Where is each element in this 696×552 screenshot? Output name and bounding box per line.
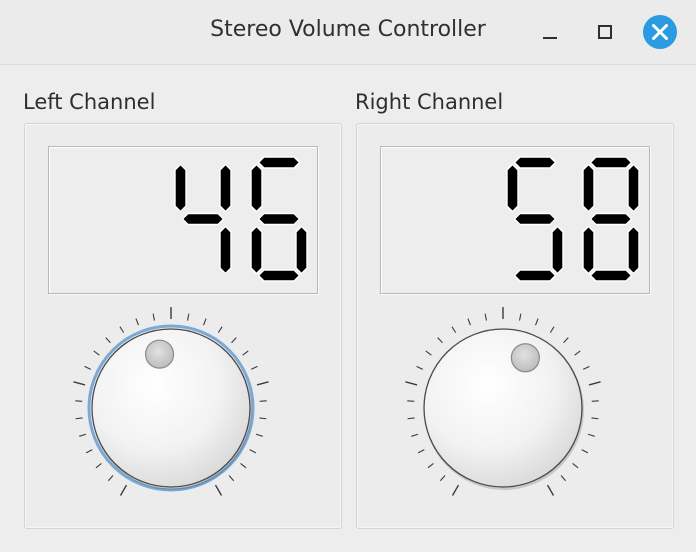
dial-tick [214, 484, 223, 496]
maximize-icon [598, 25, 612, 39]
dial-indicator-dot [144, 339, 175, 369]
dial-tick [549, 326, 555, 333]
right-lcd-digits [506, 156, 640, 282]
title-bar: Stereo Volume Controller [0, 0, 696, 65]
dial-tick [79, 433, 87, 437]
dial-tick [591, 400, 599, 402]
lcd-digit [582, 156, 640, 282]
dial-tick [152, 313, 155, 321]
dial-tick [259, 400, 267, 402]
dial-tick [582, 365, 590, 370]
dial-tick [228, 475, 235, 482]
dial-tick [535, 318, 539, 326]
minimize-button[interactable] [531, 14, 567, 50]
right-volume-dial[interactable] [357, 304, 673, 524]
lcd-digit [250, 156, 308, 282]
dial-tick [519, 313, 522, 321]
dial-tick [405, 381, 418, 386]
left-volume-dial[interactable] [25, 304, 341, 524]
left-channel-label: Left Channel [23, 90, 156, 114]
dial-tick [467, 318, 471, 326]
dial-tick [588, 381, 601, 386]
dial-tick [574, 350, 581, 356]
dial-tick [451, 484, 460, 496]
dial-tick [84, 365, 92, 370]
dial-tick [93, 350, 100, 356]
dial-tick [417, 449, 425, 454]
dial-tick [217, 326, 223, 333]
lcd-digit [174, 163, 232, 275]
dial-tick [416, 365, 424, 370]
dial-tick [255, 433, 263, 437]
right-channel-panel: 58 [356, 123, 674, 529]
dial-tick [119, 326, 125, 333]
dial-tick [437, 337, 443, 344]
dial-tick [95, 463, 102, 469]
close-icon [643, 15, 677, 49]
dial-tick [242, 350, 249, 356]
dial-tick [75, 417, 83, 420]
dial-tick [451, 326, 457, 333]
dial-tick [75, 400, 83, 402]
dial-tick [240, 463, 247, 469]
left-lcd-display: 46 [48, 146, 318, 294]
dial-tick [546, 484, 555, 496]
dial-tick [427, 463, 434, 469]
dial-tick [411, 433, 419, 437]
dial-tick [581, 449, 589, 454]
dial-tick [563, 337, 569, 344]
dial-tick [407, 417, 415, 420]
dial-tick [484, 313, 487, 321]
dial-tick [407, 400, 415, 402]
left-lcd-digits [174, 156, 308, 282]
dial-tick [259, 417, 267, 420]
lcd-digit [506, 156, 564, 282]
dial-tick [256, 381, 269, 386]
dial-tick [572, 463, 579, 469]
dial-indicator-dot [510, 343, 540, 373]
dial-tick [85, 449, 93, 454]
dial-tick [107, 475, 114, 482]
dial-tick [560, 475, 567, 482]
dial-tick [249, 449, 257, 454]
dial-tick [187, 313, 190, 321]
dial-tick [203, 318, 207, 326]
dial-tick [250, 365, 258, 370]
left-channel-panel: 46 [24, 123, 342, 529]
dial-tick [73, 381, 86, 386]
dial-tick [105, 337, 111, 344]
dial-tick [119, 484, 128, 496]
dial-tick [135, 318, 139, 326]
dial-tick [439, 475, 446, 482]
right-lcd-display: 58 [380, 146, 650, 294]
maximize-button[interactable] [588, 14, 624, 50]
dial-tick [587, 433, 595, 437]
dial-tick [231, 337, 237, 344]
close-button[interactable] [642, 14, 678, 50]
dial-tick [591, 417, 599, 420]
dial-knob[interactable] [423, 328, 583, 488]
right-channel-label: Right Channel [355, 90, 504, 114]
minimize-icon [543, 37, 557, 39]
dial-tick [425, 350, 432, 356]
